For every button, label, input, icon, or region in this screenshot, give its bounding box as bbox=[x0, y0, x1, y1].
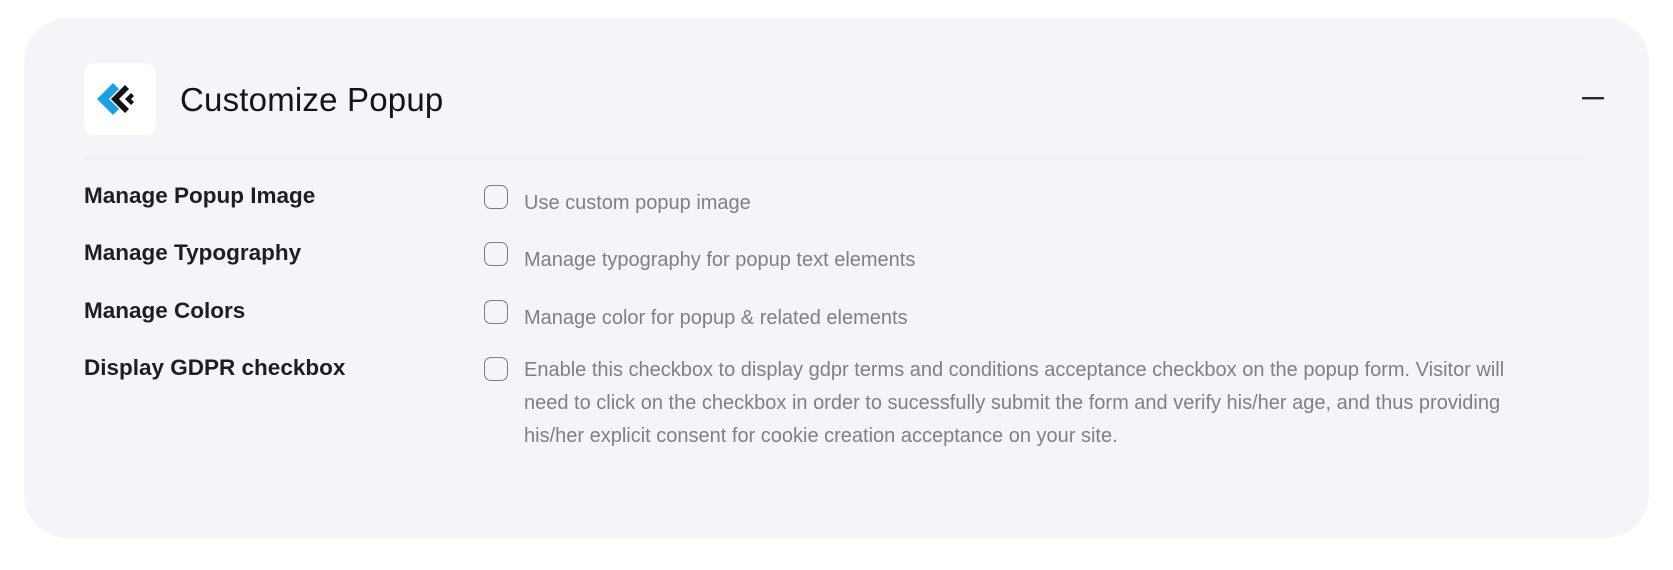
logo-tile bbox=[84, 63, 156, 135]
setting-description: Use custom popup image bbox=[524, 192, 751, 214]
setting-description: Enable this checkbox to display gdpr ter… bbox=[524, 359, 1505, 447]
setting-description: Manage typography for popup text element… bbox=[524, 249, 916, 271]
gdpr-checkbox[interactable] bbox=[484, 357, 508, 381]
minus-icon bbox=[1582, 97, 1604, 100]
customize-popup-panel: Customize Popup Manage Popup Image Use c… bbox=[24, 18, 1649, 538]
header-divider bbox=[84, 158, 1587, 159]
setting-label: Manage Popup Image bbox=[84, 183, 316, 208]
colors-checkbox[interactable] bbox=[484, 300, 508, 324]
setting-description: Manage color for popup & related element… bbox=[524, 307, 908, 329]
setting-label: Manage Colors bbox=[84, 298, 246, 323]
panel-title: Customize Popup bbox=[180, 81, 444, 118]
setting-label: Manage Typography bbox=[84, 240, 302, 265]
setting-label: Display GDPR checkbox bbox=[84, 355, 346, 380]
typography-checkbox[interactable] bbox=[484, 242, 508, 266]
popup-image-checkbox[interactable] bbox=[484, 185, 508, 209]
panel-header: Customize Popup bbox=[84, 63, 1614, 137]
collapse-button[interactable] bbox=[1574, 79, 1614, 119]
brand-logo-icon bbox=[97, 83, 134, 115]
